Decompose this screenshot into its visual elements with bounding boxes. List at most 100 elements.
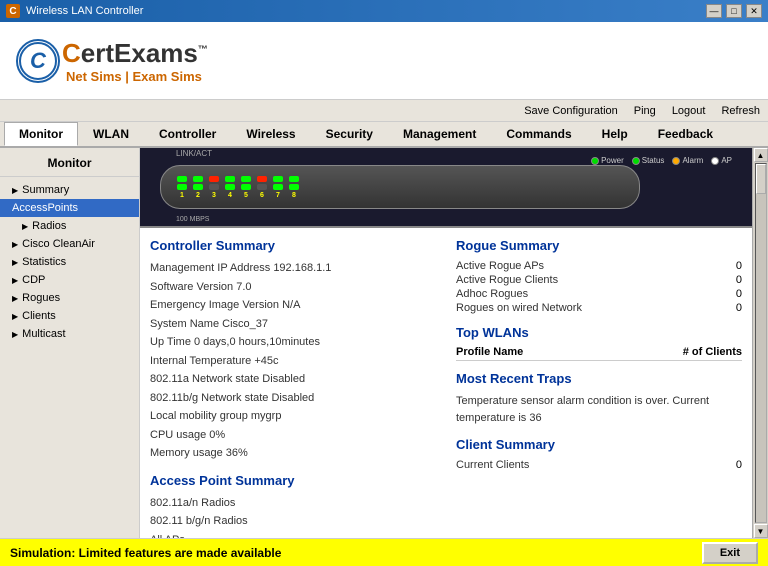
nav-item-security[interactable]: Security xyxy=(311,122,388,146)
rogue-summary-rows: Active Rogue APs0Active Rogue Clients0Ad… xyxy=(456,259,742,315)
ap-port-5: 5 xyxy=(241,176,251,199)
content-body: Controller Summary Management IP Address… xyxy=(140,228,752,538)
logo-bar: C CertExams™ Net Sims | Exam Sims xyxy=(0,22,768,100)
titlebar-controls: — □ ✕ xyxy=(706,4,762,18)
sidebar-item-statistics[interactable]: ▶Statistics xyxy=(0,253,139,271)
sidebar-item-cisco-cleanair[interactable]: ▶Cisco CleanAir xyxy=(0,235,139,253)
titlebar-left: C Wireless LAN Controller xyxy=(6,4,143,18)
rogue-row-value: 0 xyxy=(722,302,742,314)
main-content: Monitor ▶SummaryAccessPoints▶Radios▶Cisc… xyxy=(0,148,768,538)
ap-port-6: 6 xyxy=(257,176,267,199)
content-panel: LINK/ACT 12345678 100 MBPS PowerStatusAl… xyxy=(140,148,752,538)
wlan-col1: Profile Name xyxy=(456,346,523,358)
cdp-arrow-icon: ▶ xyxy=(12,276,18,285)
exit-button[interactable]: Exit xyxy=(702,542,758,564)
controller-summary-row: Software Version 7.0 xyxy=(150,278,436,297)
action-bar: Save Configuration Ping Logout Refresh xyxy=(0,100,768,122)
port-5-label: 5 xyxy=(244,192,248,199)
scroll-up-arrow[interactable]: ▲ xyxy=(754,148,768,162)
sidebar: Monitor ▶SummaryAccessPoints▶Radios▶Cisc… xyxy=(0,148,140,538)
save-config-link[interactable]: Save Configuration xyxy=(524,105,618,117)
cisco-cleanair-arrow-icon: ▶ xyxy=(12,240,18,249)
port-1-top-light xyxy=(177,176,187,182)
nav-item-monitor[interactable]: Monitor xyxy=(4,122,78,146)
nav-item-help[interactable]: Help xyxy=(587,122,643,146)
multicast-label: Multicast xyxy=(22,328,65,340)
port-1-label: 1 xyxy=(180,192,184,199)
maximize-button[interactable]: □ xyxy=(726,4,742,18)
controller-summary-row: Up Time 0 days,0 hours,10minutes xyxy=(150,333,436,352)
mbps-label: 100 MBPS xyxy=(176,216,209,223)
access-point-summary-title: Access Point Summary xyxy=(150,473,436,488)
statistics-label: Statistics xyxy=(22,256,66,268)
client-row-label: Current Clients xyxy=(456,459,529,471)
legend-alarm-label: Alarm xyxy=(682,156,703,165)
controller-summary-row: Local mobility group mygrp xyxy=(150,407,436,426)
scroll-thumb[interactable] xyxy=(756,164,766,194)
link-act-label: LINK/ACT xyxy=(176,149,212,158)
nav-item-wlan[interactable]: WLAN xyxy=(78,122,144,146)
nav-item-management[interactable]: Management xyxy=(388,122,491,146)
rogue-row-label: Adhoc Rogues xyxy=(456,288,528,300)
sidebar-item-summary[interactable]: ▶Summary xyxy=(0,181,139,199)
sidebar-item-clients[interactable]: ▶Clients xyxy=(0,307,139,325)
nav-item-feedback[interactable]: Feedback xyxy=(643,122,728,146)
nav-item-wireless[interactable]: Wireless xyxy=(231,122,310,146)
port-8-label: 8 xyxy=(292,192,296,199)
client-summary-row: Current Clients0 xyxy=(456,458,742,472)
port-8-bot-light xyxy=(289,184,299,190)
wlan-header: Profile Name # of Clients xyxy=(456,346,742,361)
rogue-summary-row: Active Rogue APs0 xyxy=(456,259,742,273)
scroll-down-arrow[interactable]: ▼ xyxy=(754,524,768,538)
multicast-arrow-icon: ▶ xyxy=(12,330,18,339)
port-6-top-light xyxy=(257,176,267,182)
port-3-top-light xyxy=(209,176,219,182)
sidebar-item-access-points[interactable]: AccessPoints xyxy=(0,199,139,217)
controller-summary-rows: Management IP Address 192.168.1.1Softwar… xyxy=(150,259,436,463)
client-summary-title: Client Summary xyxy=(456,437,742,452)
ap-port-1: 1 xyxy=(177,176,187,199)
sidebar-item-rogues[interactable]: ▶Rogues xyxy=(0,289,139,307)
port-6-label: 6 xyxy=(260,192,264,199)
legend-alarm: Alarm xyxy=(672,156,703,165)
legend-status: Status xyxy=(632,156,665,165)
controller-summary-row: Emergency Image Version N/A xyxy=(150,296,436,315)
port-5-top-light xyxy=(241,176,251,182)
legend-status-dot xyxy=(632,157,640,165)
status-text: Simulation: Limited features are made av… xyxy=(10,546,281,560)
rogue-summary-row: Rogues on wired Network0 xyxy=(456,301,742,315)
logo-top: C CertExams™ Net Sims | Exam Sims xyxy=(16,38,208,84)
summary-arrow-icon: ▶ xyxy=(12,186,18,195)
legend-ap-dot xyxy=(711,157,719,165)
ap-port-7: 7 xyxy=(273,176,283,199)
ap-port-3: 3 xyxy=(209,176,219,199)
controller-summary-row: Management IP Address 192.168.1.1 xyxy=(150,259,436,278)
right-col: Rogue Summary Active Rogue APs0Active Ro… xyxy=(456,238,742,538)
logout-link[interactable]: Logout xyxy=(672,105,706,117)
sidebar-item-cdp[interactable]: ▶ CDP xyxy=(0,271,139,289)
status-bar: Simulation: Limited features are made av… xyxy=(0,538,768,566)
logo-circle: C xyxy=(16,39,60,83)
refresh-link[interactable]: Refresh xyxy=(721,105,760,117)
port-7-bot-light xyxy=(273,184,283,190)
left-col: Controller Summary Management IP Address… xyxy=(150,238,436,538)
access-point-summary-row: All APs xyxy=(150,531,436,539)
nav-item-commands[interactable]: Commands xyxy=(491,122,586,146)
controller-summary-title: Controller Summary xyxy=(150,238,436,253)
close-button[interactable]: ✕ xyxy=(746,4,762,18)
cdp-label: CDP xyxy=(22,274,45,286)
controller-summary-row: 802.11a Network state Disabled xyxy=(150,370,436,389)
controller-summary-row: 802.11b/g Network state Disabled xyxy=(150,389,436,408)
nav-item-controller[interactable]: Controller xyxy=(144,122,231,146)
controller-summary-row: Internal Temperature +45c xyxy=(150,352,436,371)
legend-power-label: Power xyxy=(601,156,624,165)
access-point-summary-row: 802.11a/n Radios xyxy=(150,494,436,513)
clients-label: Clients xyxy=(22,310,56,322)
minimize-button[interactable]: — xyxy=(706,4,722,18)
sidebar-item-radios[interactable]: ▶Radios xyxy=(0,217,139,235)
most-recent-traps-title: Most Recent Traps xyxy=(456,371,742,386)
ping-link[interactable]: Ping xyxy=(634,105,656,117)
port-4-top-light xyxy=(225,176,235,182)
legend-area: PowerStatusAlarmAP xyxy=(591,156,732,165)
sidebar-item-multicast[interactable]: ▶ Multicast xyxy=(0,325,139,343)
